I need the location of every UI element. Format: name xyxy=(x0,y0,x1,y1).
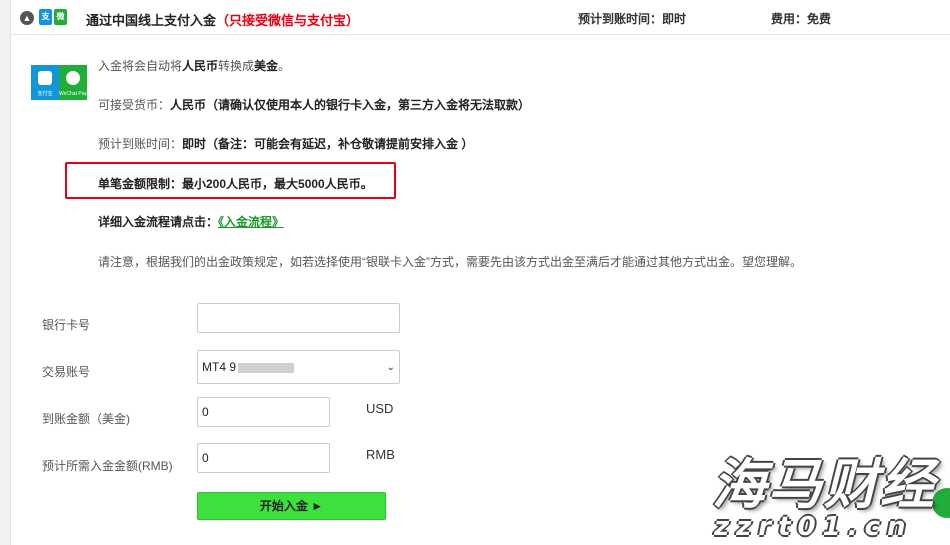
rmb-amount-label: 预计所需入金金额(RMB) xyxy=(42,459,173,473)
collapse-toggle-icon[interactable]: ▲ xyxy=(20,11,34,25)
payment-panel: ▲ 支 微 通过中国线上支付入金（只接受微信与支付宝） 预计到账时间：即时 费用… xyxy=(10,0,950,545)
wechat-small-icon: 微 xyxy=(54,9,67,25)
chevron-down-icon: ⌄ xyxy=(386,361,395,373)
usd-amount-label: 到账金额（美金) xyxy=(42,412,130,426)
info-conversion-to: 美金 xyxy=(254,59,279,73)
payment-method-header[interactable]: ▲ 支 微 通过中国线上支付入金（只接受微信与支付宝） 预计到账时间：即时 费用… xyxy=(11,0,950,35)
info-conversion: 入金将会自动将人民币转换成美金。 xyxy=(98,57,290,74)
payment-logos: 支付宝 WeChat Pay xyxy=(31,65,87,100)
info-withdrawal-policy: 请注意，根据我们的出金政策规定，如若选择使用“银联卡入金”方式，需要先由该方式出… xyxy=(98,255,802,269)
info-process-label: 详细入金流程请点击： xyxy=(98,215,219,229)
info-arrival-label: 预计到账时间： xyxy=(98,137,183,151)
alipay-small-icon: 支 xyxy=(39,9,52,25)
header-fee: 费用：免费 xyxy=(771,12,832,26)
start-deposit-button[interactable]: 开始入金 ► xyxy=(197,492,386,520)
deposit-process-link[interactable]: 《入金流程》 xyxy=(218,215,284,229)
rmb-amount-input[interactable]: 0 xyxy=(197,443,330,473)
trading-account-select[interactable]: MT4 9 ⌄ xyxy=(197,350,400,384)
wechat-pay-logo-icon: WeChat Pay xyxy=(59,65,87,100)
info-amount-limit: 单笔金额限制：最小200人民币，最大5000人民币。 xyxy=(98,177,373,191)
info-arrival: 预计到账时间：即时（备注：可能会有延迟，补仓敬请提前安排入金 ） xyxy=(98,135,473,152)
redacted-account-number xyxy=(238,362,295,373)
info-currency-label: 可接受货币： xyxy=(98,98,171,112)
payment-method-title: 通过中国线上支付入金（只接受微信与支付宝） xyxy=(86,10,359,29)
info-conversion-from: 人民币 xyxy=(182,59,219,73)
usd-unit: USD xyxy=(366,401,394,416)
payment-method-title-text: 通过中国线上支付入金 xyxy=(86,13,217,28)
trading-account-label: 交易账号 xyxy=(42,365,91,379)
header-arrival-time: 预计到账时间：即时 xyxy=(578,12,687,26)
info-currency: 可接受货币：人民币（请确认仅使用本人的银行卡入金，第三方入金将无法取款） xyxy=(98,96,530,113)
rmb-unit: RMB xyxy=(366,447,395,462)
info-conversion-prefix: 入金将会自动将 xyxy=(98,59,183,73)
usd-amount-input[interactable]: 0 xyxy=(197,397,330,427)
bank-card-label: 银行卡号 xyxy=(42,318,91,332)
alipay-logo-icon: 支付宝 xyxy=(31,65,59,100)
info-process: 详细入金流程请点击：《入金流程》 xyxy=(98,213,284,230)
payment-method-title-warning: （只接受微信与支付宝） xyxy=(216,13,360,28)
info-currency-value: 人民币（请确认仅使用本人的银行卡入金，第三方入金将无法取款） xyxy=(170,98,531,112)
info-conversion-mid: 转换成 xyxy=(218,59,255,73)
bank-card-input[interactable] xyxy=(197,303,400,333)
info-conversion-end: 。 xyxy=(278,59,291,73)
wechat-caption: WeChat Pay xyxy=(59,91,87,97)
info-arrival-value: 即时（备注：可能会有延迟，补仓敬请提前安排入金 ） xyxy=(182,137,474,151)
trading-account-value: MT4 9 xyxy=(202,360,237,374)
alipay-caption: 支付宝 xyxy=(37,91,53,97)
